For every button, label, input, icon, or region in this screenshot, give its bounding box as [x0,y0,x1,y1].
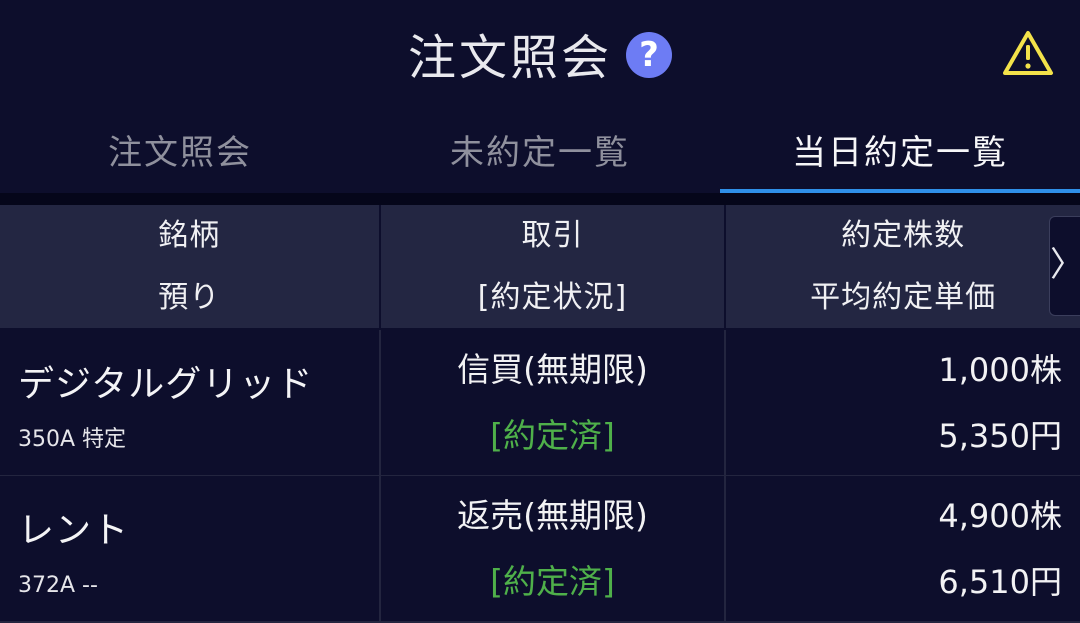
column-header-quantity: 約定株数 平均約定単価 [724,205,1080,328]
trade-type: 信買(無期限) [457,349,648,389]
quantity-cell: 4,900株 6,510円 [724,476,1080,621]
divider [0,193,1080,205]
table-header: 銘柄 預り 取引 [約定状況] 約定株数 平均約定単価 [0,205,1080,328]
table-row[interactable]: レント 372A -- 返売(無期限) [約定済] 4,900株 6,510円 [0,476,1080,623]
stock-code: 372A -- [18,572,98,598]
trade-type: 返売(無期限) [457,495,648,535]
average-price: 5,350円 [938,416,1062,455]
column-header-label: 約定株数 [841,217,966,253]
tab-today-executed-list[interactable]: 当日約定一覧 [720,105,1080,194]
column-header-label: 銘柄 [158,217,221,253]
quantity-cell: 1,000株 5,350円 [724,330,1080,475]
column-header-stock: 銘柄 預り [0,205,379,328]
stock-code: 350A 特定 [18,426,127,452]
warning-triangle-icon[interactable] [1002,29,1054,77]
execution-status: [約定済] [490,561,615,601]
stock-cell: レント 372A -- [0,476,379,621]
app-header: 注文照会 ? [0,0,1080,105]
page-title: 注文照会 [407,30,612,86]
question-circle-icon[interactable]: ? [626,32,672,78]
trade-cell: 返売(無期限) [約定済] [378,476,725,621]
table-row[interactable]: デジタルグリッド 350A 特定 信買(無期限) [約定済] 1,000株 5,… [0,330,1080,477]
column-header-sublabel: 平均約定単価 [810,279,997,315]
executed-shares: 1,000株 [938,350,1062,389]
tab-order-inquiry[interactable]: 注文照会 [0,105,360,193]
title-bar: 注文照会 ? [0,18,1080,88]
executed-shares: 4,900株 [938,496,1062,535]
trade-cell: 信買(無期限) [約定済] [378,330,725,475]
stock-name: レント [18,509,130,551]
stock-cell: デジタルグリッド 350A 特定 [0,330,379,475]
tab-bar: 注文照会 未約定一覧 当日約定一覧 [0,105,1080,194]
column-header-label: 取引 [521,217,584,253]
scroll-right-button[interactable]: 〉 [1049,216,1080,316]
column-header-trade: 取引 [約定状況] [378,205,725,328]
execution-status: [約定済] [490,415,615,455]
column-header-sublabel: [約定状況] [477,279,628,315]
stock-name: デジタルグリッド [18,363,314,405]
column-header-sublabel: 預り [158,279,221,315]
tab-unexecuted-list[interactable]: 未約定一覧 [360,105,720,193]
average-price: 6,510円 [938,562,1062,601]
